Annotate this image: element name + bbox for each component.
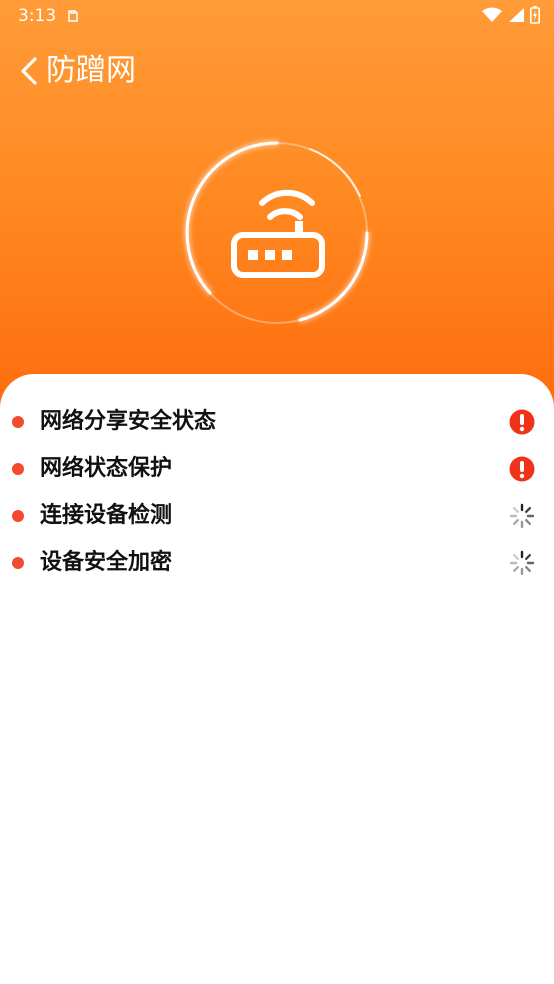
chevron-left-icon [21, 57, 37, 85]
bullet-dot [12, 416, 24, 428]
bullet-dot [12, 510, 24, 522]
router-icon [231, 189, 325, 278]
check-label: 连接设备检测 [40, 503, 173, 528]
back-button[interactable] [12, 50, 46, 92]
status-time: 3:13 [18, 6, 57, 26]
app-header: 防蹭网 [0, 46, 554, 96]
check-item-network-protection: 网络状态保护 [0, 449, 554, 489]
status-bar: 3:13 [0, 0, 554, 32]
loading-spinner-icon [509, 503, 535, 529]
check-label: 设备安全加密 [40, 550, 173, 575]
bullet-dot [12, 557, 24, 569]
wifi-icon [482, 7, 502, 28]
battery-icon [530, 6, 540, 29]
warning-icon [509, 456, 535, 482]
signal-icon [508, 7, 524, 28]
page-title: 防蹭网 [46, 53, 136, 88]
check-label: 网络状态保护 [40, 456, 173, 481]
check-item-device-encryption: 设备安全加密 [0, 543, 554, 583]
loading-spinner-icon [509, 550, 535, 576]
clipboard-icon [66, 8, 80, 28]
check-item-share-security: 网络分享安全状态 [0, 402, 554, 442]
check-item-device-detection: 连接设备检测 [0, 496, 554, 536]
check-panel: 网络分享安全状态 网络状态保护 连接设备检测 设备安全加密 [0, 374, 554, 984]
check-label: 网络分享安全状态 [40, 409, 217, 434]
status-icons [482, 6, 540, 29]
bullet-dot [12, 463, 24, 475]
hero-banner: 3:13 防蹭网 [0, 0, 554, 420]
warning-icon [509, 409, 535, 435]
